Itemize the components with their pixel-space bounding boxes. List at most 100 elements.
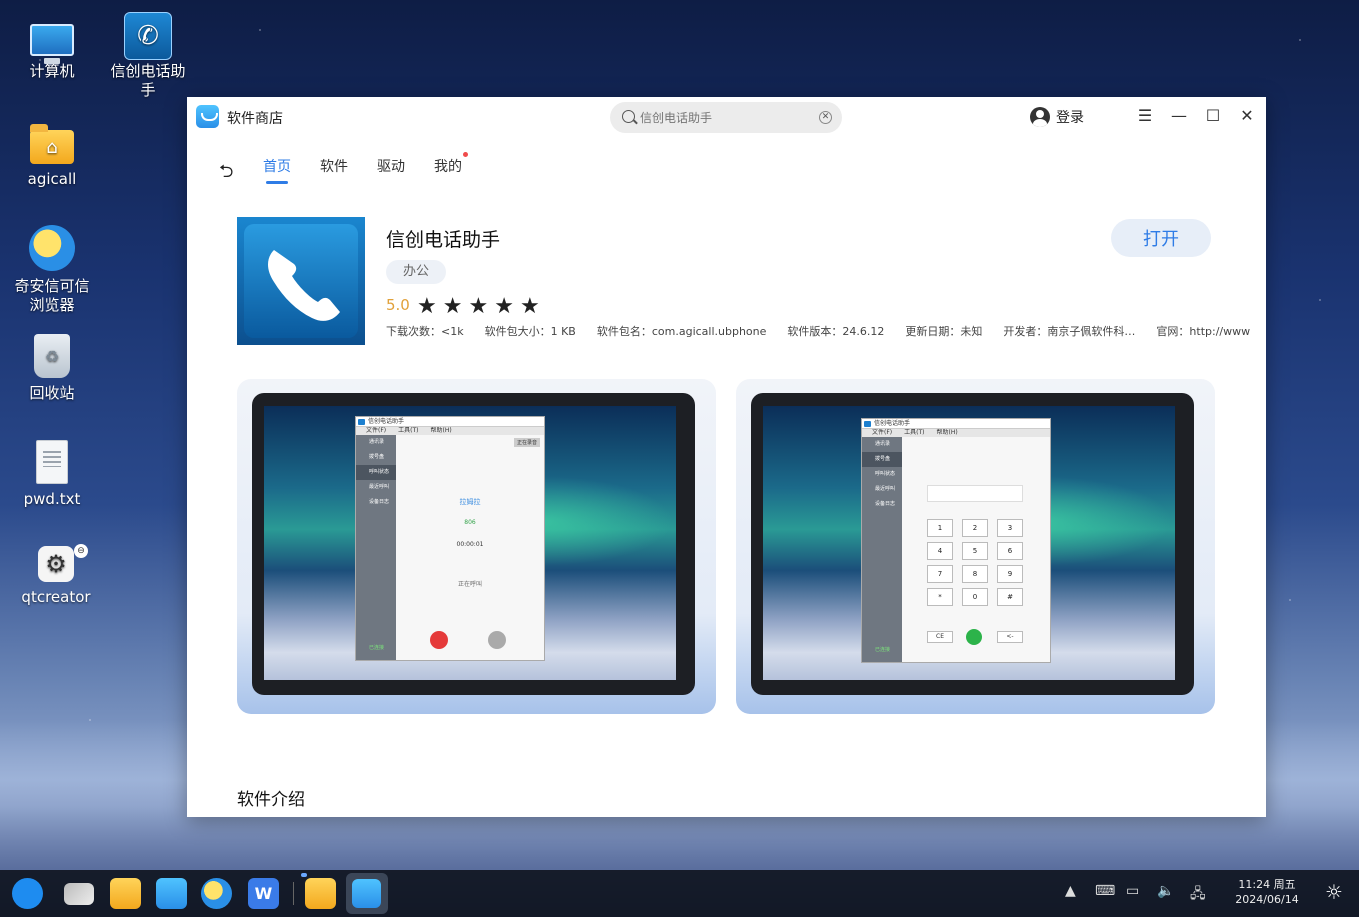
mini-caller-number: 806 bbox=[464, 519, 476, 526]
taskbar: W ▲ ⌨ ▭ 🔈 🖧 11:24 周五 2024/06/14 ☼ bbox=[0, 870, 1359, 917]
tab-drivers[interactable]: 驱动 bbox=[377, 156, 405, 184]
search-icon bbox=[622, 110, 635, 123]
category-tag[interactable]: 办公 bbox=[386, 260, 447, 284]
screenshot-1[interactable]: 信创电话助手 文件(F) 工具(T) 帮助(H) 通讯录 拨号盘 呼叫状态 最近… bbox=[237, 379, 716, 714]
star-icon: ★ bbox=[494, 294, 514, 319]
desktop-icon-label: qtcreator bbox=[21, 588, 91, 606]
network-icon[interactable]: 🖧 bbox=[1190, 883, 1206, 907]
star-icon: ★ bbox=[417, 294, 437, 319]
notification-dot bbox=[463, 152, 468, 157]
mini-menu: 文件(F) 工具(T) 帮助(H) bbox=[862, 429, 1050, 437]
title-bar: 软件商店 ✕ 登录 ☰ — ☐ ✕ bbox=[187, 97, 1266, 137]
mini-title: 信创电话助手 bbox=[862, 419, 1050, 429]
meta-size: 软件包大小：1 KB bbox=[484, 325, 576, 338]
mini-sidebar: 通讯录 拨号盘 呼叫状态 最近呼叫 设备日志 已连接 bbox=[862, 437, 902, 662]
start-menu-icon[interactable] bbox=[12, 878, 43, 909]
file-manager-icon[interactable] bbox=[110, 878, 141, 909]
maximize-icon[interactable]: ☐ bbox=[1202, 105, 1224, 127]
tab-mine[interactable]: 我的 bbox=[434, 152, 468, 184]
desktop-icon-browser[interactable]: 奇安信可信浏览器 bbox=[4, 225, 100, 315]
text-file-icon bbox=[36, 440, 68, 484]
open-button[interactable]: 打开 bbox=[1111, 219, 1211, 257]
mini-menu-item: 文件(F) bbox=[366, 427, 387, 434]
mini-title: 信创电话助手 bbox=[356, 417, 544, 427]
app-name: 信创电话助手 bbox=[386, 229, 501, 251]
star-icon: ★ bbox=[468, 294, 489, 319]
app-meta: 下载次数：<1k 软件包大小：1 KB 软件包名：com.agicall.ubp… bbox=[386, 323, 1256, 339]
mini-footer: 已连接 bbox=[875, 647, 891, 653]
chat-icon[interactable]: ▭ bbox=[1126, 883, 1139, 899]
mini-menu-item: 文件(F) bbox=[872, 429, 893, 436]
mini-key: # bbox=[997, 588, 1023, 606]
software-store-icon[interactable] bbox=[156, 878, 187, 909]
back-arrow-icon[interactable]: ⮌ bbox=[219, 159, 233, 189]
tab-label: 我的 bbox=[434, 159, 462, 175]
mini-menu: 文件(F) 工具(T) 帮助(H) bbox=[356, 427, 544, 435]
mini-keypad: 1 2 3 4 5 6 7 8 9 * 0 # bbox=[927, 519, 1023, 606]
browser-icon[interactable] bbox=[201, 878, 232, 909]
gear-icon: ⚙ bbox=[38, 546, 74, 582]
desktop-icon-computer[interactable]: 计算机 bbox=[7, 16, 97, 81]
mini-window: 信创电话助手 文件(F) 工具(T) 帮助(H) 通讯录 拨号盘 呼叫状态 最近… bbox=[861, 418, 1051, 663]
tab-software[interactable]: 软件 bbox=[320, 156, 348, 184]
clear-search-icon[interactable]: ✕ bbox=[819, 111, 832, 124]
meta-website[interactable]: 官网：http://www bbox=[1156, 323, 1250, 339]
star-icon: ★ bbox=[442, 294, 463, 319]
mini-side-item: 拨号盘 bbox=[862, 452, 902, 467]
mini-footer: 已连接 bbox=[369, 645, 385, 651]
multitask-view-icon[interactable] bbox=[64, 883, 94, 905]
tab-home[interactable]: 首页 bbox=[263, 156, 291, 184]
desktop-icon-label: 回收站 bbox=[29, 384, 75, 402]
volume-icon[interactable]: 🔈 bbox=[1157, 883, 1174, 899]
mini-content: 1 2 3 4 5 6 7 8 9 * 0 # CE <- bbox=[902, 437, 1050, 662]
mini-ce-key: CE bbox=[927, 631, 953, 643]
mini-sidebar: 通讯录 拨号盘 呼叫状态 最近呼叫 设备日志 已连接 bbox=[356, 435, 396, 660]
desktop-icon-qtcreator[interactable]: ⚙ ⊖ qtcreator bbox=[11, 544, 101, 607]
mini-key: 6 bbox=[997, 542, 1023, 560]
login-button[interactable]: 登录 bbox=[1030, 106, 1084, 128]
phone-icon bbox=[244, 224, 358, 338]
home-folder-icon: ⌂ bbox=[30, 124, 74, 164]
software-store-running-icon[interactable] bbox=[346, 873, 388, 914]
desktop-icon-phone-app[interactable]: ✆ 信创电话助手 bbox=[103, 12, 193, 100]
desktop-icon-agicall[interactable]: ⌂ agicall bbox=[7, 124, 97, 189]
running-indicator bbox=[301, 873, 307, 877]
intro-heading: 软件介绍 bbox=[237, 790, 305, 810]
meta-downloads: 下载次数：<1k bbox=[386, 325, 464, 338]
menu-icon[interactable]: ☰ bbox=[1134, 105, 1156, 127]
mini-call-timer: 00:00:01 bbox=[456, 541, 484, 548]
mini-side-item: 拨号盘 bbox=[369, 454, 385, 460]
clock[interactable]: 11:24 周五 2024/06/14 bbox=[1232, 877, 1302, 907]
hangup-icon bbox=[430, 631, 448, 649]
taskbar-separator bbox=[293, 882, 294, 905]
screenshot-2[interactable]: 信创电话助手 文件(F) 工具(T) 帮助(H) 通讯录 拨号盘 呼叫状态 最近… bbox=[736, 379, 1215, 714]
mini-side-item: 通讯录 bbox=[875, 441, 891, 447]
mini-key: 0 bbox=[962, 588, 988, 606]
keyboard-icon[interactable]: ⌨ bbox=[1095, 883, 1115, 899]
login-label: 登录 bbox=[1056, 110, 1084, 126]
meta-update-date: 更新日期：未知 bbox=[905, 325, 983, 338]
link-badge-icon: ⊖ bbox=[74, 544, 88, 558]
meta-package: 软件包名：com.agicall.ubphone bbox=[596, 325, 767, 338]
mini-menu-item: 工具(T) bbox=[398, 427, 419, 434]
desktop-icon-pwd-txt[interactable]: pwd.txt bbox=[7, 440, 97, 509]
mini-key: * bbox=[927, 588, 953, 606]
tray-expand-icon[interactable]: ▲ bbox=[1065, 883, 1076, 899]
mini-key: 4 bbox=[927, 542, 953, 560]
mini-key: 1 bbox=[927, 519, 953, 537]
mini-content: 正在录音 拉姆拉 806 00:00:01 正在呼叫 bbox=[396, 435, 544, 660]
wps-writer-icon[interactable]: W bbox=[248, 878, 279, 909]
desktop-icon-trash[interactable]: ♻ 回收站 bbox=[7, 334, 97, 403]
call-icon bbox=[966, 629, 982, 645]
mini-key: 2 bbox=[962, 519, 988, 537]
minimize-icon[interactable]: — bbox=[1168, 105, 1190, 127]
rating-stars: ★ ★ ★ ★ ★ bbox=[417, 296, 540, 318]
rating-score: 5.0 bbox=[386, 296, 410, 314]
close-icon[interactable]: ✕ bbox=[1236, 105, 1258, 127]
brightness-icon[interactable]: ☼ bbox=[1325, 880, 1343, 904]
mini-menu-item: 帮助(H) bbox=[936, 429, 958, 436]
mini-side-item: 设备日志 bbox=[875, 501, 896, 507]
file-manager-running-icon[interactable] bbox=[305, 878, 336, 909]
search-box[interactable]: ✕ bbox=[610, 102, 842, 133]
search-input[interactable] bbox=[640, 108, 810, 128]
